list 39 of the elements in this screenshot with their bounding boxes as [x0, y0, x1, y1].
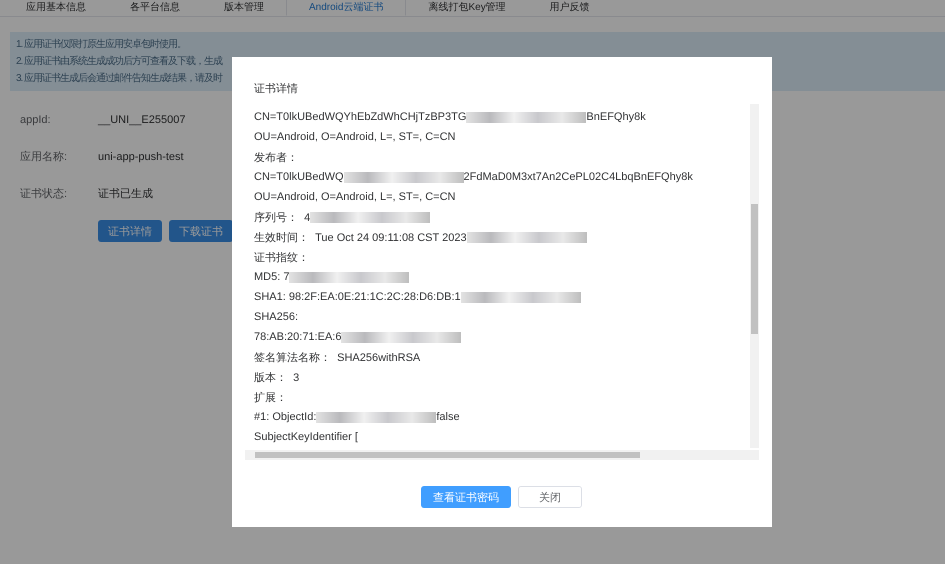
detail-text: SubjectKeyIdentifier [ — [254, 431, 358, 443]
field-label: 应用名称: — [20, 150, 68, 164]
tab[interactable]: Android云端证书 — [286, 0, 406, 16]
notice-text: 2. 应用证书由系统生成成功后方可查看及下载，生成 — [16, 55, 224, 68]
detail-text: 序列号： 4 — [254, 210, 310, 224]
tab[interactable]: 版本管理 — [202, 0, 286, 16]
field-label: appId: — [20, 114, 52, 126]
detail-text: 78:AB:20:71:EA:6 — [254, 331, 342, 343]
vertical-scrollbar[interactable] — [750, 104, 759, 448]
horizontal-scrollbar[interactable] — [245, 450, 759, 460]
notice-text: 3. 应用证书生成后会通过邮件告知生成结果，请及时 — [16, 72, 224, 85]
tab[interactable]: 应用基本信息 — [4, 0, 108, 16]
field-value: uni-app-push-test — [98, 150, 184, 162]
field-value: __UNI__E255007 — [98, 114, 186, 126]
detail-text: MD5: 7 — [254, 271, 290, 283]
detail-text: 版本： 3 — [254, 370, 300, 384]
detail-text: 签名算法名称： SHA256withRSA — [254, 350, 420, 364]
detail-text: CN=T0lkUBedWQYhEbZdWhCHjTzBP3TG — [254, 111, 466, 123]
detail-text: 扩展： — [254, 390, 287, 404]
field-label: 证书状态: — [20, 186, 68, 201]
detail-text: 证书指纹： — [254, 250, 309, 264]
tab[interactable]: 用户反馈 — [528, 0, 612, 16]
detail-text: BnEFQhy8k — [586, 111, 646, 123]
tab[interactable]: 各平台信息 — [108, 0, 202, 16]
detail-text: 生效时间： Tue Oct 24 09:11:08 CST 2023 — [254, 230, 467, 244]
detail-text: OU=Android, O=Android, L=, ST=, C=CN — [254, 131, 456, 143]
detail-text: #1: ObjectId: — [254, 411, 316, 423]
detail-text: false — [436, 411, 460, 423]
detail-text: 2FdMaD0M3xt7An2CePL02C4LbqBnEFQhy8k — [464, 171, 693, 183]
dialog-button[interactable]: 关闭 — [518, 486, 582, 508]
detail-text: SHA256: — [254, 311, 298, 323]
notice-text: 1. 应用证书仅限打原生应用安卓包时使用。 — [16, 38, 188, 51]
detail-text: SHA1: 98:2F:EA:0E:21:1C:2C:28:D6:DB:1 — [254, 291, 461, 303]
detail-text: 发布者： — [254, 150, 298, 164]
field-value: 证书已生成 — [98, 187, 153, 201]
tab[interactable]: 离线打包Key管理 — [406, 0, 528, 16]
dialog-title: 证书详情 — [254, 82, 298, 94]
detail-text: CN=T0lkUBedWQ — [254, 171, 344, 183]
detail-text: OU=Android, O=Android, L=, ST=, C=CN — [254, 191, 456, 203]
